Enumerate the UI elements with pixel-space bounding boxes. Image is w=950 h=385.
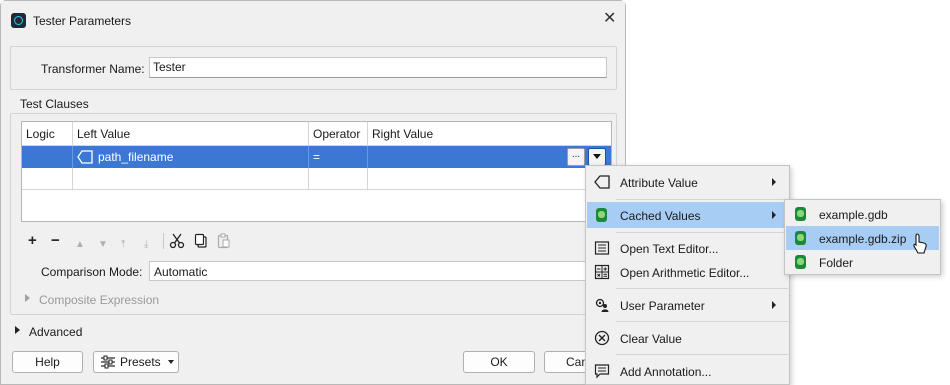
submenu-arrow-icon [772, 301, 776, 309]
menu-item-attribute-value[interactable]: Attribute Value [587, 169, 788, 195]
comparison-mode-select[interactable]: Automatic [149, 261, 589, 281]
database-icon [594, 207, 610, 223]
logic-cell[interactable] [22, 146, 73, 168]
title-bar: Tester Parameters ✕ [1, 1, 625, 39]
annotation-icon [594, 364, 610, 379]
empty-cell[interactable] [22, 168, 73, 190]
menu-item-label: User Parameter [620, 299, 705, 313]
menu-item-label: Open Text Editor... [620, 242, 719, 256]
menu-item-user-parameter[interactable]: User Parameter [587, 292, 788, 318]
app-icon [11, 13, 26, 28]
user-parameter-icon [595, 298, 609, 312]
move-top-icon[interactable]: ⤒ [121, 237, 125, 253]
test-clauses-label: Test Clauses [20, 97, 89, 111]
ellipsis-button[interactable]: ... [567, 148, 585, 166]
column-header-operator[interactable]: Operator [309, 122, 368, 146]
operator-cell[interactable]: = [309, 146, 368, 168]
add-clause-icon[interactable]: + [28, 233, 37, 249]
move-bottom-icon[interactable]: ⤓ [144, 237, 148, 253]
menu-separator [616, 288, 788, 289]
menu-item-add-annotation[interactable]: Add Annotation... [587, 358, 788, 384]
menu-separator [616, 199, 788, 200]
transformer-name-field[interactable]: Tester [149, 57, 607, 78]
left-value-cell[interactable]: path_filename [73, 146, 309, 168]
dialog-title: Tester Parameters [33, 14, 132, 28]
advanced-label[interactable]: Advanced [29, 325, 82, 339]
ok-button[interactable]: OK [463, 351, 535, 373]
value-context-menu: Attribute Value Cached Values Open Text … [585, 165, 790, 385]
menu-separator [616, 354, 788, 355]
menu-item-cached-values[interactable]: Cached Values [587, 202, 788, 228]
toolbar-divider [163, 233, 164, 249]
menu-item-label: Clear Value [620, 332, 682, 346]
right-value-cell[interactable]: ... [368, 146, 611, 168]
move-down-icon[interactable]: ▼ [98, 237, 108, 253]
submenu-arrow-icon [772, 211, 776, 219]
comparison-mode-label: Comparison Mode: [41, 265, 143, 279]
menu-item-example-gdb[interactable]: example.gdb [786, 202, 939, 226]
attribute-icon [77, 150, 93, 164]
submenu-arrow-icon [772, 178, 776, 186]
presets-label: Presets [120, 355, 161, 369]
menu-item-label: example.gdb [819, 208, 888, 222]
menu-item-label: Attribute Value [620, 176, 698, 190]
menu-item-open-text-editor[interactable]: Open Text Editor... [587, 235, 788, 261]
presets-icon [101, 355, 115, 369]
value-dropdown-button[interactable] [588, 148, 606, 166]
empty-cell[interactable] [73, 168, 309, 190]
menu-item-clear-value[interactable]: Clear Value [587, 325, 788, 351]
menu-item-label: Add Annotation... [620, 365, 712, 379]
close-icon[interactable]: ✕ [603, 11, 616, 27]
menu-separator [616, 232, 788, 233]
tester-parameters-dialog: Tester Parameters ✕ Transformer Name: Te… [0, 0, 626, 385]
menu-item-label: Open Arithmetic Editor... [620, 266, 750, 280]
empty-cell[interactable] [309, 168, 368, 190]
database-icon [793, 206, 809, 222]
cut-icon[interactable] [169, 233, 185, 249]
mouse-pointer-icon [913, 233, 927, 254]
column-header-logic[interactable]: Logic [22, 122, 73, 146]
menu-item-open-arithmetic-editor[interactable]: Open Arithmetic Editor... [587, 259, 788, 285]
remove-clause-icon[interactable]: − [51, 233, 60, 249]
text-editor-icon [594, 241, 610, 255]
test-clauses-table: Logic Left Value Operator Right Value pa… [21, 121, 612, 222]
menu-item-label: Folder [819, 256, 854, 270]
help-button[interactable]: Help [12, 351, 83, 373]
paste-icon[interactable] [216, 233, 232, 249]
attribute-icon [594, 175, 610, 189]
database-icon [793, 254, 809, 270]
database-icon [793, 230, 809, 246]
composite-expression-expand-icon[interactable] [25, 294, 30, 302]
transformer-name-label: Transformer Name: [41, 62, 145, 76]
advanced-expand-icon[interactable] [15, 326, 20, 334]
menu-item-label: Cached Values [620, 209, 701, 223]
move-up-icon[interactable]: ▲ [75, 237, 85, 253]
composite-expression-label[interactable]: Composite Expression [39, 293, 159, 307]
empty-cell[interactable] [368, 168, 611, 190]
calculator-icon [594, 264, 610, 280]
chevron-down-icon [168, 360, 174, 364]
column-header-right-value[interactable]: Right Value [368, 122, 611, 146]
left-value-text: path_filename [98, 150, 174, 164]
menu-separator [616, 321, 788, 322]
copy-icon[interactable] [193, 233, 209, 249]
column-header-left-value[interactable]: Left Value [73, 122, 309, 146]
menu-item-label: example.gdb.zip [819, 232, 907, 246]
presets-button[interactable]: Presets [93, 351, 179, 373]
clear-icon [594, 330, 610, 346]
table-row[interactable]: path_filename = ... [22, 146, 611, 168]
